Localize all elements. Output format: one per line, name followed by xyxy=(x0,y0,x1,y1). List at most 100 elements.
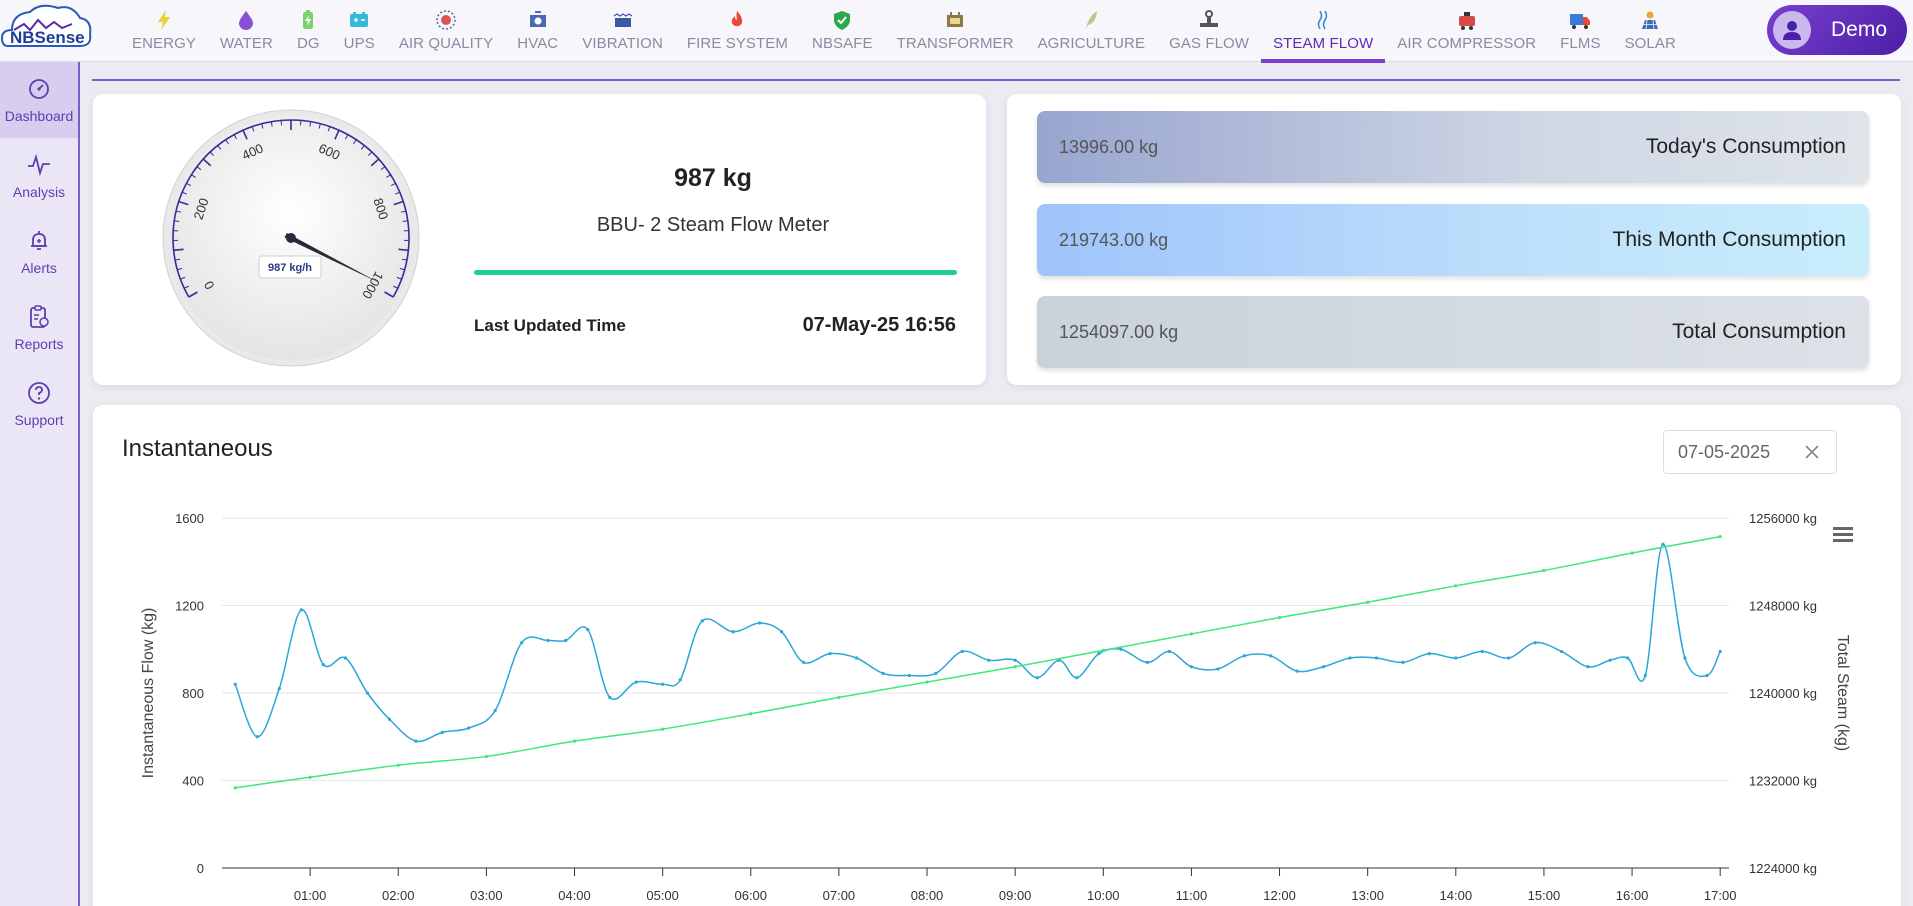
data-point xyxy=(1401,660,1405,664)
leaf-icon xyxy=(1080,9,1102,31)
data-point xyxy=(564,638,568,643)
data-point xyxy=(1661,542,1665,546)
truck-icon xyxy=(1569,9,1591,31)
nav-tab-agriculture[interactable]: AGRICULTURE xyxy=(1026,0,1158,62)
data-point xyxy=(802,660,806,664)
month-consumption-row: 219743.00 kg This Month Consumption xyxy=(1037,204,1869,276)
data-point xyxy=(960,649,964,654)
sidebar-item-label: Analysis xyxy=(12,184,66,200)
nav-tab-water[interactable]: WATER xyxy=(208,0,285,62)
y2-tick-label: 1240000 kg xyxy=(1749,686,1817,701)
data-point xyxy=(925,680,929,684)
data-point xyxy=(1542,568,1546,573)
x-tick-label: 11:00 xyxy=(1176,888,1208,903)
consumption-value: 13996.00 kg xyxy=(1059,136,1159,157)
data-point xyxy=(233,786,237,790)
x-tick-label: 03:00 xyxy=(470,888,503,903)
nav-tab-label: VIBRATION xyxy=(582,35,663,52)
date-picker-input[interactable]: 07-05-2025 xyxy=(1663,430,1837,474)
data-point xyxy=(837,695,841,699)
user-menu-button[interactable]: Demo xyxy=(1767,5,1907,55)
data-point xyxy=(1119,647,1123,651)
data-point xyxy=(1718,649,1722,654)
nav-tab-dg[interactable]: DG xyxy=(285,0,332,62)
data-point xyxy=(1013,665,1017,669)
ups-battery-icon xyxy=(348,9,370,31)
x-tick-label: 16:00 xyxy=(1616,888,1649,903)
data-point xyxy=(572,739,577,743)
nav-tab-label: SOLAR xyxy=(1624,35,1676,52)
data-point xyxy=(634,680,638,684)
data-point xyxy=(1101,648,1105,652)
data-point xyxy=(749,712,753,716)
data-point xyxy=(299,608,303,612)
nav-tab-solar[interactable]: SOLAR xyxy=(1613,0,1688,62)
consumption-card: 13996.00 kg Today's Consumption 219743.0… xyxy=(1007,94,1901,385)
data-point xyxy=(467,726,471,730)
sidebar-item-label: Support xyxy=(14,412,64,428)
nav-tab-nbsafe[interactable]: NBSAFE xyxy=(800,0,885,62)
data-point xyxy=(255,735,259,739)
nav-tab-label: FIRE SYSTEM xyxy=(686,35,789,52)
nav-tab-energy[interactable]: ENERGY xyxy=(120,0,208,62)
sidebar-item-reports[interactable]: Reports xyxy=(0,290,78,366)
nav-tab-label: FLMS xyxy=(1560,35,1601,52)
gauge-readout: 987 kg/h xyxy=(268,262,312,274)
nav-tab-flms[interactable]: FLMS xyxy=(1548,0,1612,62)
nav-tab-steam-flow[interactable]: STEAM FLOW xyxy=(1261,0,1386,63)
steam-icon xyxy=(1312,9,1334,31)
battery-icon xyxy=(297,9,319,31)
data-point xyxy=(1242,654,1246,658)
nav-tab-air-quality[interactable]: AIR QUALITY xyxy=(387,0,505,62)
sidebar-item-label: Reports xyxy=(14,336,64,352)
data-point xyxy=(854,656,859,660)
data-point xyxy=(365,691,370,695)
nav-tab-label: ENERGY xyxy=(132,35,196,52)
clear-date-icon[interactable] xyxy=(1802,442,1822,462)
data-point xyxy=(484,754,488,759)
data-point xyxy=(387,717,392,721)
data-point xyxy=(586,627,590,632)
gauge-tick xyxy=(398,248,409,252)
nav-tab-gas-flow[interactable]: GAS FLOW xyxy=(1157,0,1261,62)
chart-menu-icon[interactable] xyxy=(1833,527,1853,542)
nav-tab-ups[interactable]: UPS xyxy=(332,0,387,62)
nav-tab-hvac[interactable]: HVAC xyxy=(505,0,570,62)
data-point xyxy=(1277,615,1282,620)
data-point xyxy=(414,739,418,743)
air-quality-icon xyxy=(435,9,457,31)
data-point xyxy=(1427,652,1431,656)
sidebar-item-support[interactable]: Support xyxy=(0,366,78,442)
solar-panel-icon xyxy=(1639,9,1661,31)
data-point xyxy=(1295,669,1299,673)
data-point xyxy=(1216,667,1220,671)
nav-tab-air-compressor[interactable]: AIR COMPRESSOR xyxy=(1385,0,1548,62)
data-point xyxy=(934,671,938,675)
data-point xyxy=(1454,656,1458,660)
sidebar-item-alerts[interactable]: Alerts xyxy=(0,214,78,290)
nav-tab-label: NBSAFE xyxy=(812,35,873,52)
x-tick-label: 09:00 xyxy=(999,888,1032,903)
nav-tab-vibration[interactable]: VIBRATION xyxy=(570,0,675,62)
data-point xyxy=(987,658,991,662)
nav-tab-transformer[interactable]: TRANSFORMER xyxy=(885,0,1026,62)
y2-axis-title: Total Steam (kg) xyxy=(1834,635,1851,751)
data-point xyxy=(700,619,704,623)
meter-progress-bar xyxy=(474,270,957,275)
y2-tick-label: 1224000 kg xyxy=(1749,861,1817,876)
sidebar: Dashboard Analysis Alerts Reports Support xyxy=(0,62,80,906)
alerts-bell-icon xyxy=(31,231,47,250)
gas-valve-icon xyxy=(1198,9,1220,31)
x-tick-label: 17:00 xyxy=(1704,888,1737,903)
date-value: 07-05-2025 xyxy=(1678,441,1771,462)
data-point xyxy=(1533,641,1537,645)
sidebar-item-dashboard[interactable]: Dashboard xyxy=(0,62,78,138)
nav-tab-label: DG xyxy=(296,35,320,52)
sidebar-item-analysis[interactable]: Analysis xyxy=(0,138,78,214)
nbsense-logo[interactable]: NBSense xyxy=(0,0,92,62)
nav-tab-fire-system[interactable]: FIRE SYSTEM xyxy=(675,0,800,62)
data-point xyxy=(1374,656,1379,660)
meter-progress-fill xyxy=(474,270,957,275)
nav-tab-label: HVAC xyxy=(517,35,559,52)
data-point xyxy=(1507,656,1511,660)
